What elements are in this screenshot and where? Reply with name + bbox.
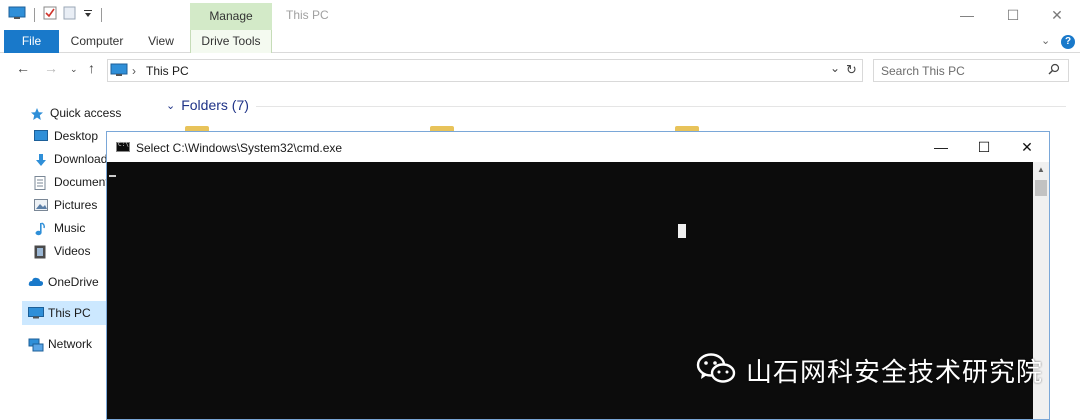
properties-icon[interactable] — [43, 6, 57, 23]
computer-icon[interactable] — [8, 6, 26, 23]
tab-manage[interactable]: Manage — [190, 3, 272, 30]
cmd-minimize-button[interactable]: — — [919, 132, 963, 162]
toolbar-divider — [34, 7, 35, 22]
address-bar[interactable]: › This PC ⌄ ↻ — [107, 59, 863, 82]
watermark-text: 山石网科安全技术研究院 — [746, 358, 1044, 388]
scroll-up-arrow-icon[interactable]: ▲ — [1037, 165, 1045, 174]
search-icon — [1048, 63, 1060, 78]
wechat-icon — [696, 352, 736, 389]
close-button[interactable]: ✕ — [1034, 0, 1080, 30]
watermark: 山石网科安全技术研究院 — [696, 352, 1043, 389]
computer-icon — [28, 307, 44, 319]
toolbar-divider — [101, 7, 102, 22]
document-icon — [34, 176, 48, 190]
customize-dropdown-icon[interactable] — [83, 7, 93, 22]
tab-view[interactable]: View — [140, 30, 182, 53]
scrollbar-thumb[interactable] — [1035, 180, 1047, 196]
cloud-icon — [28, 276, 44, 288]
nav-item-quick-access[interactable]: Quick access — [30, 103, 158, 123]
cmd-window-title: Select C:\Windows\System32\cmd.exe — [136, 141, 343, 155]
network-icon — [28, 338, 44, 352]
search-placeholder: Search This PC — [881, 64, 965, 78]
folders-section-title: Folders (7) — [181, 97, 249, 113]
download-arrow-icon — [34, 153, 48, 166]
ribbon-tabs: File Computer View Drive Tools ⌄ ? — [0, 30, 1080, 53]
nav-item-label: This PC — [48, 306, 91, 320]
back-arrow-icon[interactable]: ← — [16, 60, 30, 76]
nav-item-label: Downloads — [54, 152, 114, 166]
folders-group-header[interactable]: ⌄ Folders (7) — [166, 97, 249, 113]
breadcrumb-separator: › — [132, 64, 136, 78]
nav-item-label: Videos — [54, 244, 91, 258]
star-icon — [30, 107, 44, 120]
quick-access-toolbar — [8, 6, 104, 23]
nav-item-label: Desktop — [54, 129, 99, 143]
recent-locations-chevron-icon[interactable]: ⌄ — [70, 64, 78, 75]
film-icon — [34, 245, 48, 259]
new-folder-icon[interactable] — [63, 6, 77, 23]
nav-item-label: Network — [48, 337, 93, 351]
tab-file[interactable]: File — [4, 30, 59, 53]
window-title: This PC — [286, 8, 329, 22]
cmd-title-bar[interactable]: Select C:\Windows\System32\cmd.exe — ☐ ✕ — [107, 132, 1049, 162]
cmd-close-button[interactable]: ✕ — [1005, 132, 1049, 162]
collapse-chevron-icon[interactable]: ⌄ — [166, 99, 175, 112]
tab-drive-tools[interactable]: Drive Tools — [190, 30, 272, 53]
explorer-title-bar: Manage This PC — ☐ ✕ — [0, 0, 1080, 30]
nav-item-label: OneDrive — [48, 275, 99, 289]
forward-arrow-icon[interactable]: → — [44, 60, 58, 76]
desktop-icon — [34, 130, 48, 142]
console-icon — [116, 141, 130, 152]
address-dropdown-chevron-icon[interactable]: ⌄ — [830, 61, 840, 75]
music-note-icon — [34, 222, 48, 236]
refresh-icon[interactable]: ↻ — [846, 62, 857, 78]
nav-item-label: Pictures — [54, 198, 98, 212]
selection-cursor — [678, 224, 686, 238]
help-icon[interactable]: ? — [1061, 35, 1075, 49]
cmd-maximize-button[interactable]: ☐ — [962, 132, 1006, 162]
computer-icon — [110, 63, 128, 80]
group-divider — [256, 106, 1066, 107]
nav-item-label: Music — [54, 221, 86, 235]
tab-computer[interactable]: Computer — [64, 30, 130, 53]
minimize-button[interactable]: — — [944, 0, 990, 30]
search-input[interactable]: Search This PC — [873, 59, 1069, 82]
address-row: ← → ⌄ ↑ › This PC ⌄ ↻ Search This PC — [0, 55, 1080, 85]
expand-ribbon-chevron-icon[interactable]: ⌄ — [1041, 34, 1050, 47]
up-arrow-icon[interactable]: ↑ — [88, 60, 95, 76]
breadcrumb-this-pc[interactable]: This PC — [146, 64, 189, 78]
pictures-icon — [34, 199, 48, 211]
nav-item-label: Quick access — [50, 106, 122, 120]
maximize-button[interactable]: ☐ — [990, 0, 1036, 30]
text-cursor — [109, 175, 116, 177]
